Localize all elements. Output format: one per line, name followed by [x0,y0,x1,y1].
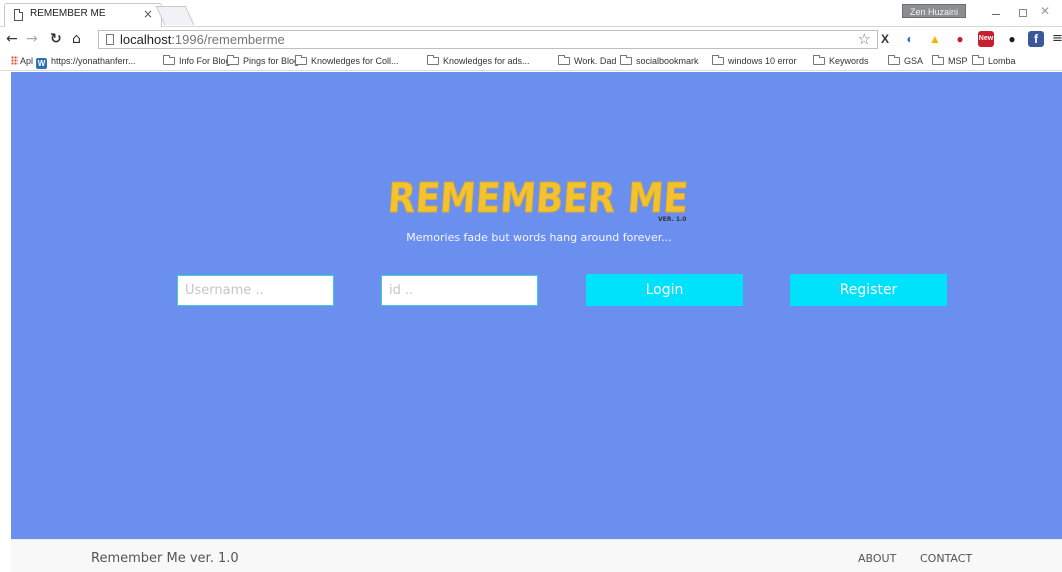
user-extension-icon[interactable]: ◐ [902,31,918,47]
bookmarks-bar: Apl Whttps://yonathanferr... Info For Blo… [0,52,1062,71]
bookmark-item[interactable]: MSP [932,54,968,69]
minimize-window-button[interactable] [983,5,1009,19]
folder-icon [712,55,724,65]
bookmark-label: Info For Blog [179,56,231,66]
bookmark-label: Knowledges for Coll... [311,56,399,66]
reload-icon[interactable]: ↻ [50,31,62,47]
wordpress-icon: W [36,58,47,69]
home-icon[interactable]: ⌂ [72,31,81,47]
folder-icon [972,55,984,65]
bookmark-label: MSP [948,56,968,66]
bookmark-label: Knowledges for ads... [443,56,530,66]
bookmark-item[interactable]: Lomba [972,54,1016,69]
about-link[interactable]: ABOUT [858,552,896,565]
bookmark-label: Lomba [988,56,1016,66]
bookmark-label: Work. Dad [574,56,617,66]
folder-icon [558,55,570,65]
folder-icon [932,55,944,65]
folder-icon [163,55,175,65]
folder-icon [813,55,825,65]
logo-version: VER. 1.0 [658,216,686,223]
folder-icon [888,55,900,65]
browser-tab[interactable]: REMEMBER ME × [4,3,162,27]
folder-icon [295,55,307,65]
apps-label: Apl [20,56,34,66]
register-button[interactable]: Register [790,274,947,306]
bookmark-label: socialbookmark [636,56,699,66]
bookmark-item[interactable]: Pings for Blog [227,54,299,69]
page-info-icon[interactable] [106,34,114,45]
login-button[interactable]: Login [586,274,743,306]
footer: Remember Me ver. 1.0 ABOUT CONTACT [11,539,1062,572]
bookmark-item[interactable]: windows 10 error [712,54,797,69]
new-extension-icon[interactable]: New [978,31,994,47]
bookmark-item[interactable]: Info For Blog [163,54,231,69]
logo-text: REMEMBER ME [386,174,689,222]
close-tab-icon[interactable]: × [143,7,153,21]
close-window-button[interactable]: ✕ [1040,4,1050,18]
page-icon [14,9,23,21]
bookmark-item[interactable]: Work. Dad [558,54,616,69]
bookmark-label: Keywords [829,56,869,66]
color-wheel-icon[interactable]: ● [1004,31,1020,47]
tagline: Memories fade but words hang around fore… [406,231,672,244]
url-host: localhost [120,32,172,47]
bookmark-label: GSA [904,56,924,66]
bookmark-item[interactable]: Knowledges for ads... [427,54,530,69]
tab-strip: REMEMBER ME × Zen Huzaini ✕ [0,0,1062,27]
bookmark-label: Pings for Blog [243,56,300,66]
ublock-shield-icon[interactable]: ● [952,31,968,47]
bookmark-item[interactable]: Keywords [813,54,869,69]
folder-icon [427,55,439,65]
profile-badge[interactable]: Zen Huzaini [902,4,967,18]
bookmark-label: windows 10 error [728,56,797,66]
facebook-icon[interactable]: f [1028,31,1044,47]
apps-shortcut[interactable]: Apl [11,54,33,69]
bookmark-item[interactable]: Whttps://yonathanferr... [36,54,136,69]
browser-toolbar: ← → ↻ ⌂ localhost:1996/rememberme ☆ X ◐ ▲ ●… [0,27,1062,52]
google-drive-icon[interactable]: ▲ [927,31,943,47]
x-extension-icon[interactable]: X [877,31,893,47]
bookmark-label: https://yonathanferr... [51,56,136,66]
app-logo: REMEMBER ME VER. 1.0 [386,174,690,223]
bookmark-item[interactable]: Knowledges for Coll... [295,54,399,69]
bookmark-item[interactable]: socialbookmark [620,54,699,69]
url-path: :1996/rememberme [171,32,285,47]
footer-brand: Remember Me ver. 1.0 [91,551,239,566]
chrome-menu-icon[interactable]: ≡ [1052,31,1062,47]
folder-icon [620,55,632,65]
back-arrow-icon[interactable]: ← [6,31,18,47]
folder-icon [227,55,239,65]
address-bar[interactable]: localhost:1996/rememberme ☆ [98,30,878,49]
tab-title: REMEMBER ME [30,8,106,19]
url-text[interactable]: localhost:1996/rememberme [120,32,285,47]
apps-grid-icon [11,56,18,65]
forward-arrow-icon[interactable]: → [26,31,38,47]
browser-window: REMEMBER ME × Zen Huzaini ✕ ← → ↻ ⌂ loca… [0,0,1062,572]
bookmark-item[interactable]: GSA [888,54,923,69]
bookmark-star-icon[interactable]: ☆ [858,31,871,48]
username-input[interactable] [177,275,334,306]
contact-link[interactable]: CONTACT [920,552,972,565]
restore-window-button[interactable] [1012,5,1034,19]
id-input[interactable] [381,275,538,306]
